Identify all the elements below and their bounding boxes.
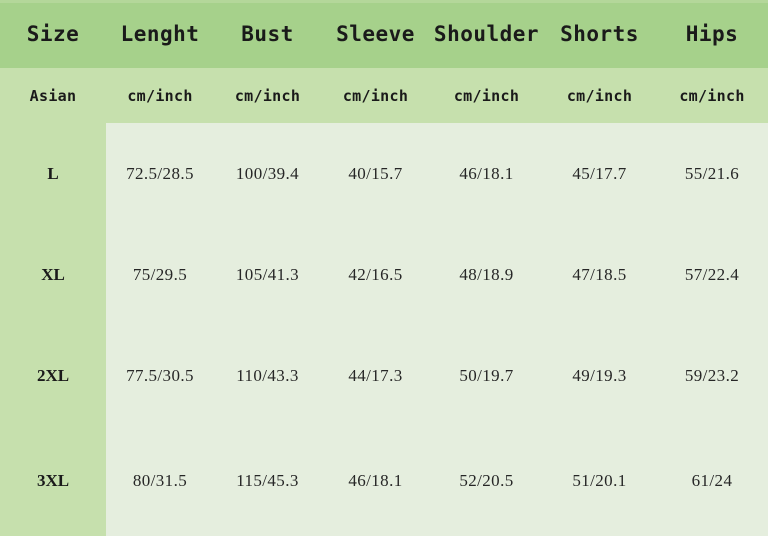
cell-shorts: 49/19.3	[572, 365, 627, 385]
cell-size: L	[47, 163, 59, 183]
table-row: L 72.5/28.5 100/39.4 40/15.7 46/18.1 45/…	[0, 123, 768, 224]
cell-shorts: 45/17.7	[572, 163, 627, 183]
table-header-row: Size Lenght Bust Sleeve Shoulder Shorts …	[0, 0, 768, 68]
cell-bust: 115/45.3	[236, 471, 299, 490]
column-header-size: Size	[26, 22, 80, 46]
cell-size: 3XL	[36, 471, 70, 490]
cell-hips: 59/23.2	[684, 365, 740, 385]
unit-hips: cm/inch	[679, 86, 745, 105]
cell-sleeve: 46/18.1	[348, 471, 403, 490]
cell-bust: 105/41.3	[235, 264, 300, 284]
cell-sleeve: 40/15.7	[348, 163, 403, 183]
cell-hips: 57/22.4	[684, 264, 740, 284]
cell-size: 2XL	[36, 365, 70, 385]
cell-sleeve: 44/17.3	[348, 365, 403, 385]
cell-hips: 61/24	[691, 471, 733, 490]
unit-shorts: cm/inch	[566, 86, 633, 105]
cell-size: XL	[41, 264, 65, 284]
unit-shoulder: cm/inch	[453, 86, 520, 105]
table-unit-row: Asian cm/inch cm/inch cm/inch cm/inch cm…	[0, 68, 768, 123]
size-chart-table: Size Lenght Bust Sleeve Shoulder Shorts …	[0, 0, 768, 536]
cell-bust: 100/39.4	[235, 163, 300, 183]
column-header-hips: Hips	[685, 22, 739, 46]
column-header-shoulder: Shoulder	[433, 22, 540, 46]
cell-lenght: 77.5/30.5	[126, 365, 194, 385]
cell-lenght: 80/31.5	[132, 471, 188, 490]
cell-lenght: 72.5/28.5	[126, 163, 194, 183]
cell-hips: 55/21.6	[684, 163, 740, 183]
measurements-table: Size Lenght Bust Sleeve Shoulder Shorts …	[0, 0, 768, 536]
column-header-lenght: Lenght	[120, 22, 200, 46]
unit-lenght: cm/inch	[127, 86, 193, 105]
column-header-sleeve: Sleeve	[336, 22, 415, 46]
cell-shoulder: 46/18.1	[459, 163, 514, 183]
cell-lenght: 75/29.5	[132, 264, 188, 284]
cell-shoulder: 52/20.5	[459, 471, 514, 490]
cell-shorts: 47/18.5	[572, 264, 627, 284]
cell-sleeve: 42/16.5	[348, 264, 403, 284]
table-row: 3XL 80/31.5 115/45.3 46/18.1 52/20.5 51/…	[0, 426, 768, 536]
unit-bust: cm/inch	[234, 86, 301, 105]
cell-shorts: 51/20.1	[572, 471, 627, 490]
cell-shoulder: 48/18.9	[459, 264, 514, 284]
cell-bust: 110/43.3	[236, 365, 299, 385]
unit-region: Asian	[29, 86, 77, 105]
table-row: 2XL 77.5/30.5 110/43.3 44/17.3 50/19.7 4…	[0, 325, 768, 426]
table-row: XL 75/29.5 105/41.3 42/16.5 48/18.9 47/1…	[0, 224, 768, 325]
column-header-bust: Bust	[241, 22, 294, 46]
unit-sleeve: cm/inch	[342, 86, 409, 105]
column-header-shorts: Shorts	[560, 22, 639, 46]
cell-shoulder: 50/19.7	[459, 365, 514, 385]
